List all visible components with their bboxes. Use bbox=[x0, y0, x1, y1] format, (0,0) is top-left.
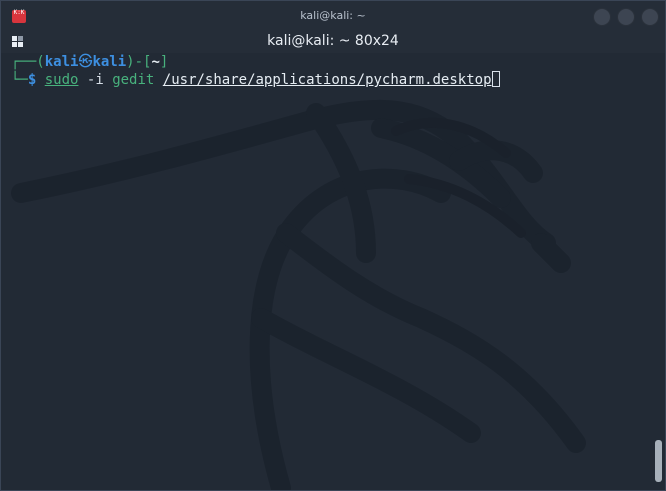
minimize-button[interactable] bbox=[593, 8, 611, 26]
prompt-frame-close: ] bbox=[159, 54, 169, 70]
command-sudo: sudo bbox=[44, 72, 79, 88]
terminal-output[interactable]: ┌──(kali㉿kali)-[~] └─$ sudo -i gedit /us… bbox=[1, 53, 665, 490]
terminal-window: K:K kali@kali: ~ kali@kali: ~ 80x24 ┌──(… bbox=[0, 0, 666, 491]
prompt-frame-open: ┌──( bbox=[11, 54, 45, 70]
prompt-dollar: $ bbox=[27, 72, 37, 88]
command-program: gedit bbox=[112, 72, 155, 88]
scrollbar-thumb[interactable] bbox=[655, 440, 662, 482]
prompt-skull-glyph: ㉿ bbox=[78, 54, 93, 70]
prompt-frame-lower: └─ bbox=[11, 72, 28, 88]
prompt-host: kali bbox=[92, 54, 127, 70]
prompt-line-2: └─$ sudo -i gedit /usr/share/application… bbox=[11, 71, 500, 89]
command-flag: -i bbox=[86, 72, 104, 88]
prompt-directory: ~ bbox=[151, 54, 160, 70]
prompt-line-1: ┌──(kali㉿kali)-[~] bbox=[11, 53, 168, 71]
maximize-button[interactable] bbox=[617, 8, 635, 26]
tab-bar: kali@kali: ~ 80x24 bbox=[1, 31, 665, 53]
kali-dragon-watermark bbox=[11, 99, 586, 490]
window-title: kali@kali: ~ bbox=[300, 9, 366, 22]
command-path: /usr/share/applications/pycharm.desktop bbox=[162, 72, 492, 88]
tab-title[interactable]: kali@kali: ~ 80x24 bbox=[1, 33, 665, 49]
text-cursor bbox=[491, 71, 500, 87]
prompt-user: kali bbox=[44, 54, 79, 70]
close-button[interactable] bbox=[641, 8, 659, 26]
prompt-frame-mid: )-[ bbox=[126, 54, 152, 70]
title-bar[interactable]: K:K kali@kali: ~ bbox=[1, 1, 665, 31]
